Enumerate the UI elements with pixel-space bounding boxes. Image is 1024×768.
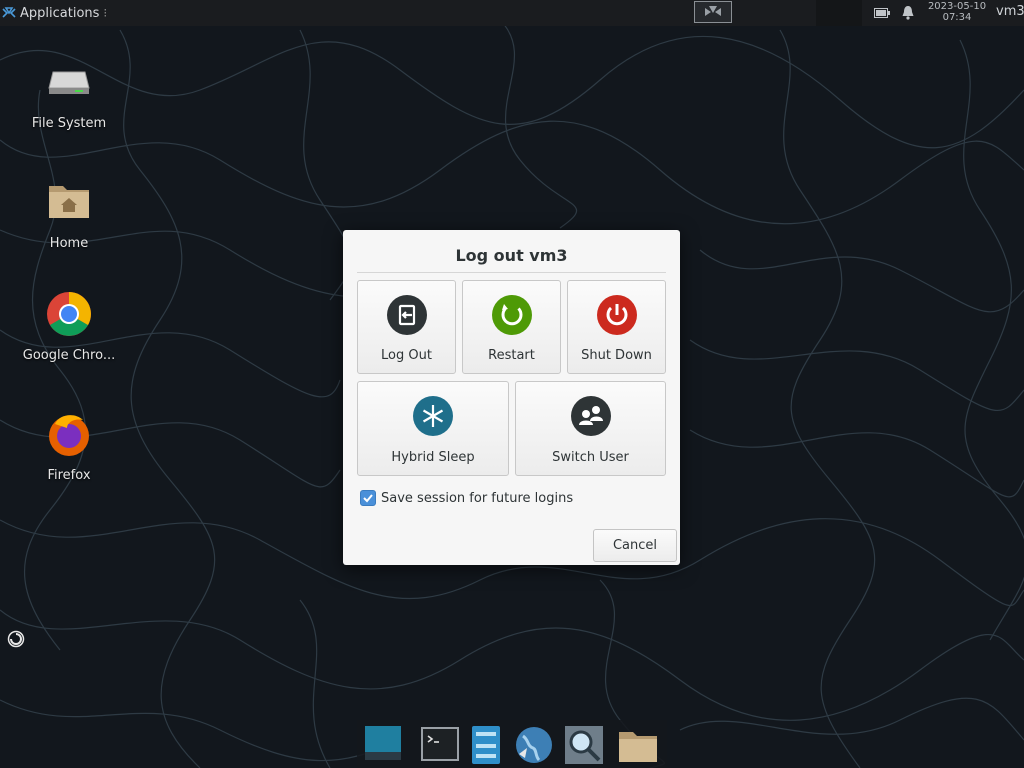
panel-clock[interactable]: 2023-05-10 07:34 xyxy=(924,1,990,23)
save-session-row: Save session for future logins xyxy=(360,490,573,506)
terminal-icon[interactable] xyxy=(419,724,461,766)
power-icon xyxy=(596,295,637,335)
log-out-button[interactable]: Log Out xyxy=(357,280,456,374)
dialog-title: Log out vm3 xyxy=(455,246,568,265)
action-label: Restart xyxy=(488,348,535,363)
clock-time: 07:34 xyxy=(942,12,972,23)
save-session-label: Save session for future logins xyxy=(381,490,574,506)
desktop-icon-label: Home xyxy=(49,236,89,251)
show-desktop-icon[interactable] xyxy=(362,724,404,766)
cancel-button[interactable]: Cancel xyxy=(593,529,677,562)
action-label: Log Out xyxy=(381,348,432,363)
web-browser-icon[interactable] xyxy=(513,724,555,766)
desktop-icon-label: Google Chro... xyxy=(22,348,116,363)
applications-label: Applications xyxy=(20,5,100,21)
folder-icon[interactable] xyxy=(617,724,659,766)
logout-dialog: Log out vm3 Log Out Restart Shut Down Hy… xyxy=(343,230,680,565)
restart-icon xyxy=(491,295,532,335)
action-label: Hybrid Sleep xyxy=(391,450,475,465)
desktop-icon-label: Firefox xyxy=(47,468,91,483)
chrome-icon xyxy=(47,292,91,336)
notification-bell-icon[interactable] xyxy=(901,5,915,20)
clock-date: 2023-05-10 xyxy=(927,1,987,12)
panel-separator xyxy=(816,0,862,26)
desktop-icon-firefox[interactable]: Firefox xyxy=(19,410,119,483)
drive-icon xyxy=(48,71,90,94)
desktop-icon-home[interactable]: Home xyxy=(19,178,119,251)
action-label: Shut Down xyxy=(581,348,652,363)
hybrid-sleep-button[interactable]: Hybrid Sleep xyxy=(357,381,509,476)
file-manager-icon[interactable] xyxy=(465,724,507,766)
shut-down-button[interactable]: Shut Down xyxy=(567,280,666,374)
title-separator xyxy=(357,272,666,273)
users-icon xyxy=(570,396,611,436)
desktop-icon-google-chrome[interactable]: Google Chro... xyxy=(19,290,119,363)
workspace-icon xyxy=(705,6,721,16)
applications-menu-button[interactable]: Applications ⁝ xyxy=(2,0,107,26)
user-menu-button[interactable]: vm3 xyxy=(996,4,1024,19)
xfce-logo-icon xyxy=(2,7,16,18)
checkmark-icon xyxy=(363,494,373,503)
top-panel: Applications ⁝ 2023-05-10 07:34 vm3 xyxy=(0,0,1024,26)
desktop-icon-file-system[interactable]: File System xyxy=(19,58,119,131)
loading-spinner-icon xyxy=(7,630,25,648)
save-session-checkbox[interactable] xyxy=(360,490,376,506)
switch-user-button[interactable]: Switch User xyxy=(515,381,666,476)
action-label: Switch User xyxy=(552,450,629,465)
home-folder-icon xyxy=(49,186,89,218)
firefox-icon xyxy=(49,415,89,456)
menu-arrow-icon: ⁝ xyxy=(103,6,108,20)
search-icon[interactable] xyxy=(563,724,605,766)
workspace-switcher-button[interactable] xyxy=(694,1,732,23)
desktop-icon-label: File System xyxy=(31,116,107,131)
logout-icon xyxy=(386,295,427,335)
snowflake-icon xyxy=(413,396,453,436)
bottom-dock xyxy=(357,720,667,768)
battery-icon[interactable] xyxy=(874,7,890,19)
restart-button[interactable]: Restart xyxy=(462,280,561,374)
